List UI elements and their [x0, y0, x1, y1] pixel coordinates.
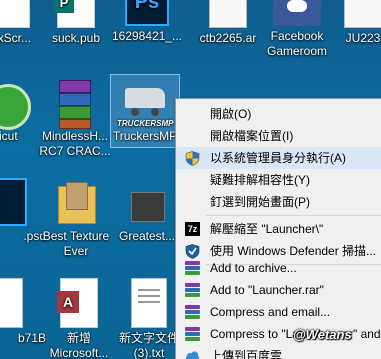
- menu-item-add-to-launcher-rar[interactable]: Add to "Launcher.rar": [176, 279, 381, 301]
- best-texture-folder[interactable]: Best Texture Ever: [35, 178, 117, 259]
- mindlessh-archive[interactable]: MindlessH... RC7 CRAC...: [34, 78, 116, 159]
- watermark: @Wetans: [293, 327, 352, 342]
- winrar-archive-icon: [51, 78, 99, 129]
- menu-separator: [206, 215, 381, 216]
- file-icon: [0, 278, 23, 328]
- truckersmp-shortcut[interactable]: TRUCKERSMP TruckersMP: [110, 74, 180, 148]
- winrar-icon: [185, 261, 200, 275]
- winrar-icon: [185, 283, 200, 297]
- ju223-file[interactable]: JU223: [322, 0, 381, 46]
- menu-item-extract-7zip[interactable]: 7z 解壓縮至 "Launcher\": [176, 218, 381, 240]
- uac-shield-icon: [185, 151, 200, 166]
- menu-item-open[interactable]: 開啟(O): [176, 103, 381, 125]
- file-icon: [0, 0, 30, 28]
- facebook-gameroom-icon: [273, 0, 321, 26]
- windows-defender-icon: [185, 244, 200, 259]
- app-icon: [123, 178, 171, 226]
- menu-item-troubleshoot-compat[interactable]: 疑難排解相容性(Y): [176, 169, 381, 191]
- menu-item-run-as-admin[interactable]: 以系統管理員身分執行(A): [176, 147, 381, 169]
- file-icon: [344, 0, 381, 28]
- green-app-icon: [0, 78, 31, 130]
- menu-item-compress-and-email[interactable]: Compress and email...: [176, 301, 381, 323]
- desktop[interactable]: oxScr... P suck.pub Ps 16298421_... ctb2…: [0, 0, 381, 359]
- 7zip-icon: 7z: [185, 222, 200, 236]
- suck-pub-file[interactable]: P suck.pub: [35, 0, 117, 46]
- context-menu: 開啟(O) 開啟檔案位置(I) 以系統管理員身分執行(A) 疑難排解相容性(Y)…: [175, 98, 381, 359]
- menu-item-pin-to-start[interactable]: 釘選到開始畫面(P): [176, 191, 381, 213]
- psd-16298421-file[interactable]: Ps 16298421_...: [106, 0, 188, 44]
- winrar-icon: [185, 305, 200, 319]
- winrar-icon: [185, 327, 200, 341]
- menu-item-add-to-archive[interactable]: Add to archive...: [176, 257, 381, 279]
- baidu-cloud-icon: [185, 349, 200, 359]
- access-icon: A: [57, 278, 98, 328]
- menu-item-upload-baidu-cloud[interactable]: 上傳到百度雲: [176, 345, 381, 359]
- publisher-icon: P: [54, 0, 95, 28]
- photoshop-icon: [0, 178, 27, 226]
- file-icon: [209, 0, 247, 28]
- truckersmp-icon: TRUCKERSMP: [117, 78, 173, 128]
- text-file-icon: [131, 278, 167, 328]
- photoshop-icon: Ps: [125, 0, 169, 26]
- folder-icon: [52, 178, 100, 226]
- menu-item-open-file-location[interactable]: 開啟檔案位置(I): [176, 125, 381, 147]
